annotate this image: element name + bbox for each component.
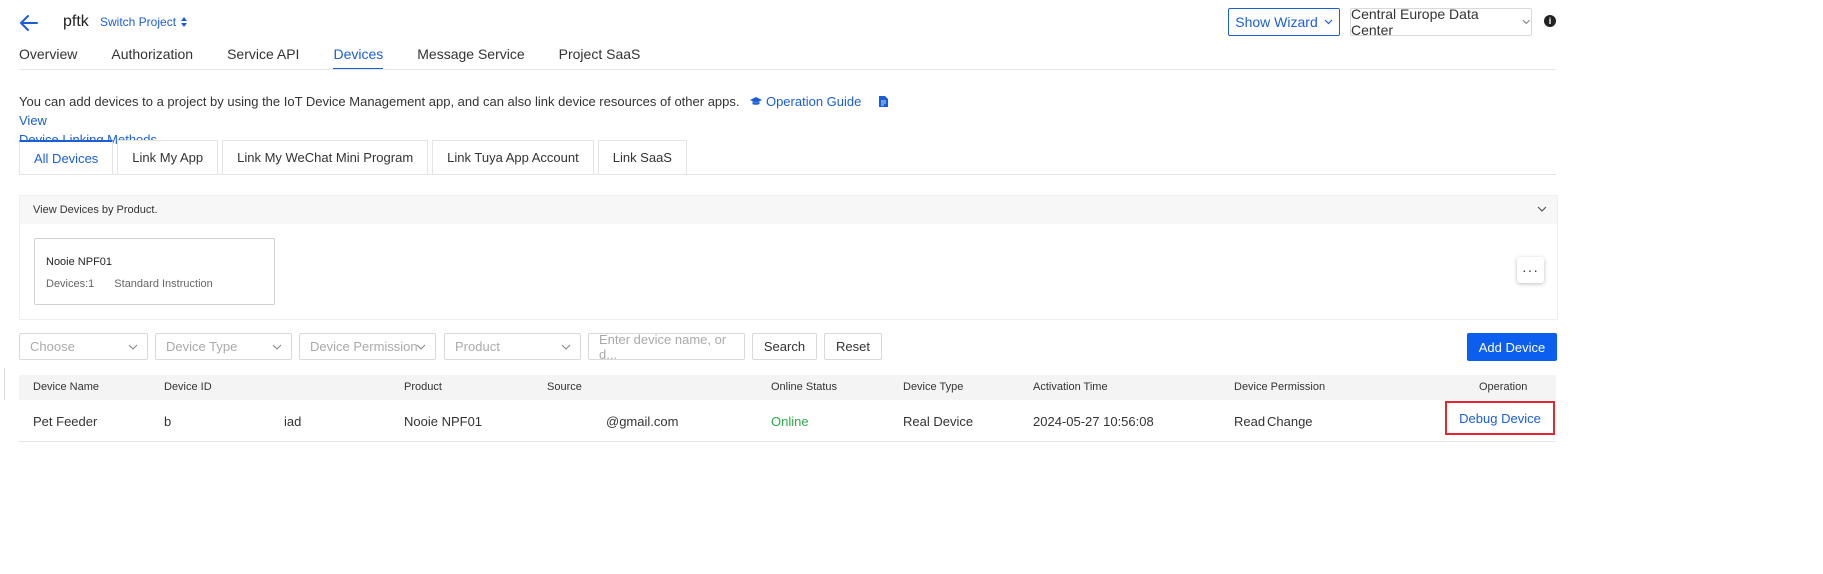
- col-device-name: Device Name: [33, 381, 100, 393]
- chevron-down-icon: [416, 344, 426, 350]
- reset-button[interactable]: Reset: [824, 333, 882, 360]
- device-type-select-label: Device Type: [166, 339, 238, 354]
- more-options-icon[interactable]: ···: [1517, 257, 1544, 283]
- subtab-link-tuya-app-account[interactable]: Link Tuya App Account: [432, 140, 594, 174]
- graduation-cap-icon: [750, 97, 763, 105]
- chevron-down-icon[interactable]: [1537, 204, 1547, 214]
- product-card[interactable]: Nooie NPF01 Devices:1 Standard Instructi…: [34, 238, 275, 305]
- tab-project-saas[interactable]: Project SaaS: [559, 46, 641, 70]
- region-select[interactable]: Central Europe Data Center: [1350, 6, 1532, 38]
- product-select-label: Product: [455, 339, 500, 354]
- cell-activation-time: 2024-05-27 10:56:08: [1033, 414, 1154, 429]
- product-card-type: Standard Instruction: [114, 278, 213, 290]
- panel-header[interactable]: View Devices by Product.: [20, 196, 1557, 224]
- sort-caret-icon: [181, 17, 188, 27]
- chevron-down-icon: [1522, 19, 1531, 25]
- chevron-down-icon: [272, 344, 282, 350]
- subtab-link-my-app[interactable]: Link My App: [117, 140, 219, 174]
- device-permission-select[interactable]: Device Permission: [299, 333, 436, 360]
- col-device-id: Device ID: [164, 381, 212, 393]
- product-card-devices: Devices:1: [46, 278, 95, 290]
- main-nav: Overview Authorization Service API Devic…: [19, 46, 674, 70]
- project-name: pftk: [63, 13, 89, 30]
- col-online-status: Online Status: [771, 381, 838, 393]
- table-header: Device Name Device ID Product Source Onl…: [19, 375, 1556, 400]
- subtab-divider: [19, 174, 1556, 175]
- region-label: Central Europe Data Center: [1351, 6, 1479, 38]
- tab-devices[interactable]: Devices: [333, 46, 384, 70]
- col-activation-time: Activation Time: [1033, 381, 1108, 393]
- tab-authorization[interactable]: Authorization: [111, 46, 193, 70]
- device-search-placeholder: Enter device name, or d...: [599, 331, 727, 362]
- document-icon: [879, 96, 889, 107]
- device-subtabs: All Devices Link My App Link My WeChat M…: [19, 140, 691, 174]
- device-search-input[interactable]: Enter device name, or d...: [588, 331, 745, 362]
- choose-select-label: Choose: [30, 339, 75, 354]
- device-type-select[interactable]: Device Type: [155, 333, 292, 360]
- subtab-link-wechat-mini-program[interactable]: Link My WeChat Mini Program: [222, 140, 429, 174]
- switch-project-label: Switch Project: [100, 15, 177, 29]
- debug-device-button[interactable]: Debug Device: [1445, 401, 1555, 435]
- change-permission-link[interactable]: Change: [1267, 414, 1313, 429]
- products-panel: View Devices by Product. Nooie NPF01 Dev…: [19, 195, 1558, 320]
- nav-divider: [19, 69, 1556, 70]
- cell-device-id-part1: b: [164, 414, 172, 429]
- intro-description: You can add devices to a project by usin…: [19, 94, 740, 109]
- chevron-down-icon: [128, 344, 138, 350]
- col-device-type: Device Type: [903, 381, 964, 393]
- col-operation: Operation: [1479, 381, 1528, 393]
- product-select[interactable]: Product: [444, 333, 581, 360]
- col-product: Product: [404, 381, 442, 393]
- subtab-link-saas[interactable]: Link SaaS: [597, 140, 687, 174]
- back-arrow-icon[interactable]: [18, 12, 40, 34]
- view-link[interactable]: View: [19, 113, 47, 128]
- show-wizard-label: Show Wizard: [1235, 14, 1318, 30]
- cell-device-type: Real Device: [903, 414, 974, 429]
- show-wizard-button[interactable]: Show Wizard: [1228, 8, 1340, 36]
- search-button[interactable]: Search: [752, 333, 817, 360]
- chevron-down-icon: [1324, 19, 1333, 25]
- col-device-permission: Device Permission: [1234, 381, 1326, 393]
- switch-project-link[interactable]: Switch Project: [100, 15, 188, 29]
- tab-message-service[interactable]: Message Service: [417, 46, 524, 70]
- subtab-all-devices[interactable]: All Devices: [19, 140, 114, 174]
- cell-source-email[interactable]: @gmail.com: [606, 414, 678, 429]
- tab-overview[interactable]: Overview: [19, 46, 77, 70]
- device-permission-select-label: Device Permission: [310, 339, 418, 354]
- col-source: Source: [547, 381, 582, 393]
- table-row: Pet Feeder b iad Nooie NPF01 @gmail.com …: [19, 401, 1556, 442]
- operation-guide-link[interactable]: Operation Guide: [766, 94, 861, 109]
- cell-product: Nooie NPF01: [404, 414, 483, 429]
- choose-select[interactable]: Choose: [19, 333, 148, 360]
- cell-online-status: Online: [771, 414, 809, 429]
- panel-title: View Devices by Product.: [33, 204, 158, 216]
- chevron-down-icon: [561, 344, 571, 350]
- add-device-button[interactable]: Add Device: [1467, 333, 1557, 361]
- product-card-name: Nooie NPF01: [46, 256, 113, 268]
- scroll-edge-marker: [0, 368, 5, 400]
- cell-device-id-part2: iad: [284, 414, 302, 429]
- tab-service-api[interactable]: Service API: [227, 46, 299, 70]
- info-icon[interactable]: i: [1544, 15, 1556, 27]
- cell-device-name: Pet Feeder: [33, 414, 98, 429]
- cell-permission: Read: [1234, 414, 1266, 429]
